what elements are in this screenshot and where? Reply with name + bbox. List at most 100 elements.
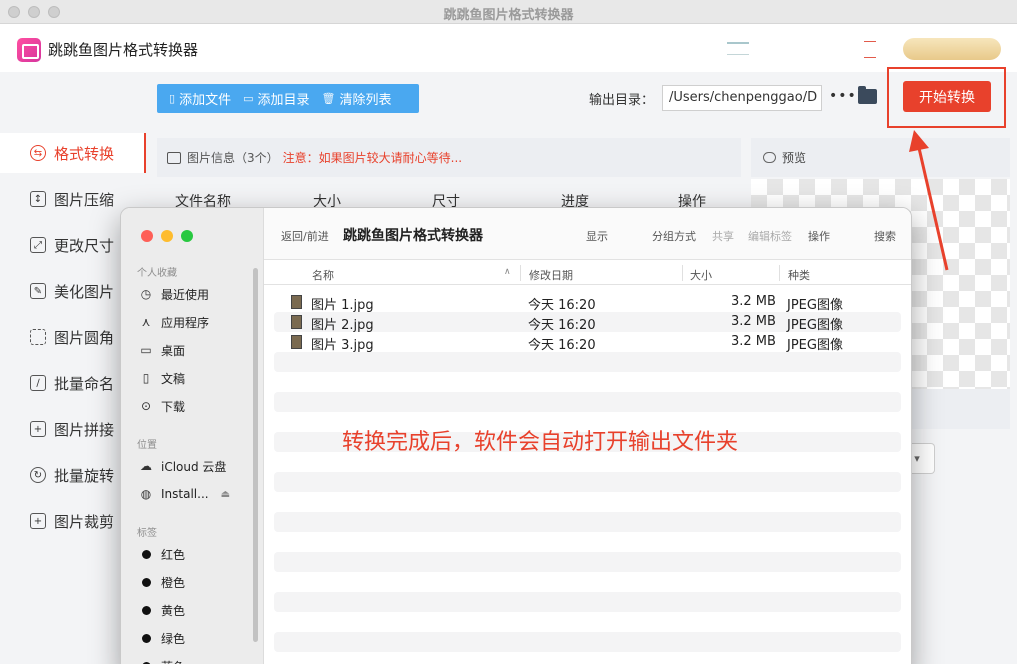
tag-blue[interactable]: 蓝色 (139, 655, 185, 664)
rotate-icon: ↻ (30, 467, 46, 483)
sidebar-item-downloads[interactable]: ⊙ 下载 (139, 395, 185, 417)
more-options-button[interactable]: ••• (829, 88, 857, 104)
empty-row-stripe (274, 592, 901, 612)
file-kind: JPEG图像 (787, 318, 843, 333)
window-title: 跳跳鱼图片格式转换器 (443, 8, 574, 23)
image-info-bar: 图片信息（3个） 注意：如果图片较大请耐心等待... (157, 138, 741, 177)
column-name[interactable]: 名称 (312, 267, 334, 283)
search-button[interactable]: 搜索 (874, 228, 896, 244)
tag-green[interactable]: 绿色 (139, 627, 185, 649)
file-row[interactable]: 图片 3.jpg 今天 16:20 3.2 MB JPEG图像 (274, 332, 901, 353)
cloud-icon: ☁ (140, 459, 152, 473)
annotation-text: 转换完成后，软件会自动打开输出文件夹 (342, 430, 739, 455)
finder-close-button[interactable] (141, 230, 153, 242)
folder-outline-icon: ▭ (243, 92, 254, 105)
empty-row-stripe (274, 352, 901, 372)
jpeg-file-icon (291, 335, 302, 349)
file-size: 3.2 MB (731, 294, 776, 309)
finder-file-list: 图片 1.jpg 今天 16:20 3.2 MB JPEG图像 图片 2.jpg… (274, 292, 901, 353)
applications-icon: ⋏ (141, 315, 151, 329)
tag-dot-icon (142, 633, 151, 643)
eject-icon[interactable]: ⏏ (221, 489, 230, 500)
header-decoration (864, 41, 876, 42)
window-titlebar: 跳跳鱼图片格式转换器 (0, 0, 1017, 24)
app-logo-icon (17, 38, 41, 62)
view-button[interactable]: 显示 (586, 228, 608, 244)
jpeg-file-icon (291, 315, 302, 329)
sidebar-item-label: 格式转换 (54, 144, 115, 163)
tag-orange[interactable]: 橙色 (139, 571, 185, 593)
image-icon (167, 151, 181, 164)
sidebar-item-install[interactable]: ◍ Install... ⏏ (139, 483, 230, 505)
tag-dot-icon (142, 549, 151, 559)
share-button[interactable]: 共享 (712, 228, 734, 244)
sort-chevron-icon: ∧ (504, 267, 511, 277)
sidebar-scrollbar[interactable] (253, 268, 258, 642)
disk-icon: ◍ (140, 487, 152, 501)
sidebar-item-label: 图片压缩 (54, 190, 115, 209)
empty-row-stripe (274, 472, 901, 492)
finder-toolbar: 返回/前进 跳跳鱼图片格式转换器 显示 分组方式 共享 编辑标签 操作 搜索 (264, 208, 911, 260)
open-folder-icon[interactable] (858, 86, 877, 104)
sidebar-item-label: 图片拼接 (54, 420, 115, 439)
file-name: 图片 2.jpg (311, 318, 374, 333)
tag-yellow[interactable]: 黄色 (139, 599, 185, 621)
sidebar-item-documents[interactable]: ▯ 文稿 (139, 367, 185, 389)
preview-title: 预览 (782, 151, 807, 165)
file-actions-bar: ▯ 添加文件 ▭ 添加目录 🗑 清除列表 (157, 84, 419, 113)
tag-dot-icon (142, 605, 151, 615)
sidebar-item-label: Install... (161, 487, 209, 501)
rounded-corner-icon (30, 329, 46, 345)
action-button[interactable]: 操作 (808, 228, 830, 244)
group-by-button[interactable]: 分组方式 (652, 228, 696, 244)
finder-column-header: 名称 ∧ 修改日期 大小 种类 (264, 261, 911, 285)
add-file-button[interactable]: ▯ 添加文件 (169, 89, 231, 108)
tag-red[interactable]: 红色 (139, 543, 185, 565)
header-decoration (864, 57, 876, 58)
add-folder-label: 添加目录 (257, 93, 310, 108)
warning-text: 注意：如果图片较大请耐心等待... (282, 151, 463, 165)
file-row[interactable]: 图片 2.jpg 今天 16:20 3.2 MB JPEG图像 (274, 312, 901, 333)
sidebar-item-recents[interactable]: ◷ 最近使用 (139, 283, 209, 305)
sidebar-item-label: 美化图片 (54, 282, 115, 301)
start-convert-button[interactable]: 开始转换 (903, 81, 991, 112)
file-date: 今天 16:20 (528, 338, 596, 353)
file-name: 图片 3.jpg (311, 338, 374, 353)
tag-label: 橙色 (161, 575, 186, 590)
edit-tags-button[interactable]: 编辑标签 (748, 228, 792, 244)
finder-minimize-button[interactable] (161, 230, 173, 242)
file-size: 3.2 MB (731, 314, 776, 329)
sidebar-item-applications[interactable]: ⋏ 应用程序 (139, 311, 209, 333)
column-file-size[interactable]: 大小 (690, 267, 712, 283)
output-dir-label: 输出目录： (589, 93, 655, 108)
finder-zoom-button[interactable] (181, 230, 193, 242)
download-icon: ⊙ (140, 399, 152, 413)
sidebar-item-icloud[interactable]: ☁ iCloud 云盘 (139, 455, 226, 477)
sidebar-item-label: 应用程序 (161, 315, 210, 330)
preview-header: 预览 (751, 138, 1010, 177)
add-folder-button[interactable]: ▭ 添加目录 (243, 89, 309, 108)
output-path-field[interactable]: /Users/chenpenggao/D (662, 85, 822, 111)
header-vip-badge[interactable] (903, 38, 1001, 60)
back-forward-button[interactable]: 返回/前进 (281, 228, 329, 244)
clear-list-button[interactable]: 🗑 清除列表 (322, 89, 392, 108)
file-row[interactable]: 图片 1.jpg 今天 16:20 3.2 MB JPEG图像 (274, 292, 901, 313)
jpeg-file-icon (291, 295, 302, 309)
sidebar-item-format-convert[interactable]: ⇆ 格式转换 (0, 133, 146, 173)
file-name: 图片 1.jpg (311, 298, 374, 313)
locations-section-label: 位置 (137, 440, 157, 451)
sidebar-item-label: iCloud 云盘 (161, 459, 227, 474)
sidebar-item-label: 图片圆角 (54, 328, 115, 347)
header-decoration (727, 42, 749, 44)
file-date: 今天 16:20 (528, 298, 596, 313)
clock-icon: ◷ (140, 287, 152, 301)
column-kind[interactable]: 种类 (788, 267, 810, 283)
empty-row-stripe (274, 632, 901, 652)
tags-section-label: 标签 (137, 528, 157, 539)
empty-row-stripe (274, 552, 901, 572)
app-header: 跳跳鱼图片格式转换器 (0, 24, 1017, 72)
sidebar-item-desktop[interactable]: ▭ 桌面 (139, 339, 185, 361)
column-modified-date[interactable]: 修改日期 (529, 267, 573, 283)
add-file-label: 添加文件 (179, 93, 232, 108)
rename-icon: ∕ (30, 375, 46, 391)
